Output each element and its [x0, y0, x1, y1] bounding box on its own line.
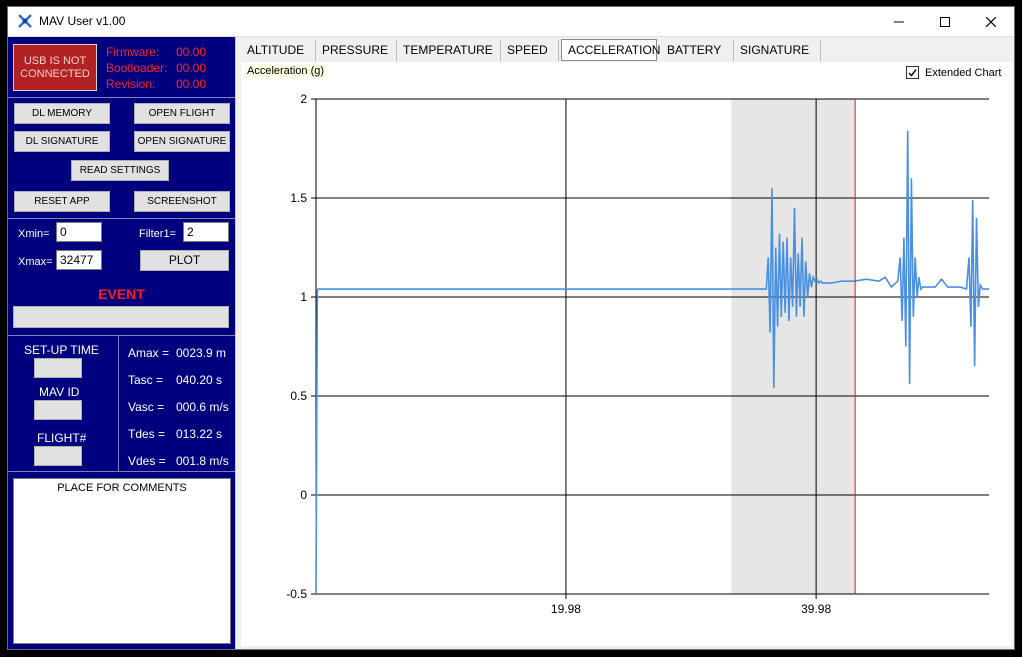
title-bar[interactable]: MAV User v1.00: [8, 7, 1014, 37]
minimize-icon: [894, 21, 904, 22]
stat-vasc-value: 000.6 m/s: [176, 400, 229, 414]
open-flight-button[interactable]: OPEN FLIGHT: [134, 103, 230, 124]
chart-panel: ALTITUDE PRESSURE TEMPERATURE SPEED ACCE…: [235, 37, 1014, 649]
filter-input[interactable]: 2: [183, 222, 229, 242]
xmin-label: Xmin=: [18, 228, 50, 240]
stat-tdes-value: 013.22 s: [176, 427, 223, 441]
y-tick-label: -0.5: [286, 587, 307, 601]
maximize-button[interactable]: [922, 7, 968, 36]
revision-value: 00.00: [176, 77, 207, 91]
open-signature-button[interactable]: OPEN SIGNATURE: [134, 131, 230, 152]
dl-signature-button[interactable]: DL SIGNATURE: [14, 131, 110, 152]
stat-tasc-value: 040.20 s: [176, 373, 223, 387]
comments-label: PLACE FOR COMMENTS: [57, 482, 187, 494]
stat-amax-value: 0023.9 m: [176, 346, 227, 360]
firmware-label: Firmware:: [106, 45, 160, 59]
tab-pressure[interactable]: PRESSURE: [316, 40, 397, 61]
y-tick-label: 1.5: [290, 191, 307, 205]
checkmark-icon: [908, 69, 917, 77]
y-tick-label: 1: [300, 290, 307, 304]
separator: [118, 335, 119, 471]
setup-time-label: SET-UP TIME: [24, 343, 99, 357]
dl-memory-button[interactable]: DL MEMORY: [14, 103, 110, 124]
screenshot-button[interactable]: SCREENSHOT: [134, 191, 230, 212]
chart-y-label: Acceleration (g): [245, 65, 327, 77]
bootloader-label: Bootloader:: [106, 61, 168, 75]
maximize-icon: [940, 16, 950, 27]
separator: [8, 97, 235, 98]
mav-id-field: [34, 400, 82, 420]
app-logo-icon: [18, 14, 32, 28]
y-tick-label: 0: [300, 488, 307, 502]
setup-time-field: [34, 358, 82, 378]
separator: [8, 218, 235, 219]
window-title: MAV User v1.00: [39, 14, 126, 28]
tab-acceleration[interactable]: ACCELERATION: [561, 39, 660, 61]
acceleration-series-line: [315, 130, 989, 595]
acceleration-chart: -0.5 0 0.5 1 1.5 2 19.98 39.98 Acceleration (g)…: [241, 62, 1012, 646]
separator: [8, 471, 235, 472]
highlight-band: [731, 99, 856, 594]
extended-chart-checkbox[interactable]: Extended Chart: [906, 66, 1001, 79]
read-settings-button[interactable]: READ SETTINGS: [71, 160, 169, 181]
tab-battery[interactable]: BATTERY: [661, 40, 734, 61]
tab-altitude[interactable]: ALTITUDE: [241, 40, 316, 61]
usb-status-indicator: USB IS NOT CONNECTED: [13, 44, 97, 91]
app-window: MAV User v1.00 USB IS NOT CONNECTED Firm…: [7, 6, 1015, 650]
comments-textarea[interactable]: PLACE FOR COMMENTS: [13, 478, 231, 644]
control-panel: USB IS NOT CONNECTED Firmware: 00.00 Boo…: [8, 37, 235, 649]
y-tick-label: 0.5: [290, 389, 307, 403]
event-bar: [13, 306, 229, 328]
tab-signature[interactable]: SIGNATURE: [734, 40, 821, 61]
stat-vdes-value: 001.8 m/s: [176, 454, 229, 468]
separator: [8, 335, 235, 336]
plot-button[interactable]: PLOT: [140, 250, 229, 271]
tab-temperature[interactable]: TEMPERATURE: [397, 40, 501, 61]
filter-label: Filter1=: [139, 228, 176, 240]
bootloader-value: 00.00: [176, 61, 207, 75]
stat-amax-label: Amax =: [128, 346, 170, 360]
xmin-input[interactable]: 0: [56, 222, 102, 242]
chart-canvas[interactable]: -0.5 0 0.5 1 1.5 2 19.98 39.98: [241, 62, 1012, 646]
flight-number-field: [34, 446, 82, 466]
flight-number-label: FLIGHT#: [37, 431, 87, 445]
xmax-label: Xmax=: [18, 256, 53, 268]
stat-vasc-label: Vasc =: [128, 400, 165, 414]
close-button[interactable]: [968, 7, 1014, 36]
checkbox-box[interactable]: [906, 66, 919, 79]
event-label: EVENT: [98, 286, 145, 302]
stat-tasc-label: Tasc =: [128, 373, 164, 387]
extended-chart-label: Extended Chart: [925, 66, 1002, 79]
minimize-button[interactable]: [876, 7, 922, 36]
y-tick-label: 2: [300, 92, 307, 106]
stat-tdes-label: Tdes =: [128, 427, 166, 441]
reset-app-button[interactable]: RESET APP: [14, 191, 110, 212]
x-tick-label: 19.98: [551, 602, 581, 616]
firmware-value: 00.00: [176, 45, 207, 59]
tab-speed[interactable]: SPEED: [501, 40, 559, 61]
x-tick-label: 39.98: [801, 602, 831, 616]
xmax-input[interactable]: 32477: [56, 250, 102, 270]
close-icon: [986, 16, 996, 27]
mav-id-label: MAV ID: [39, 385, 80, 399]
stat-vdes-label: Vdes =: [128, 454, 166, 468]
revision-label: Revision:: [106, 77, 156, 91]
